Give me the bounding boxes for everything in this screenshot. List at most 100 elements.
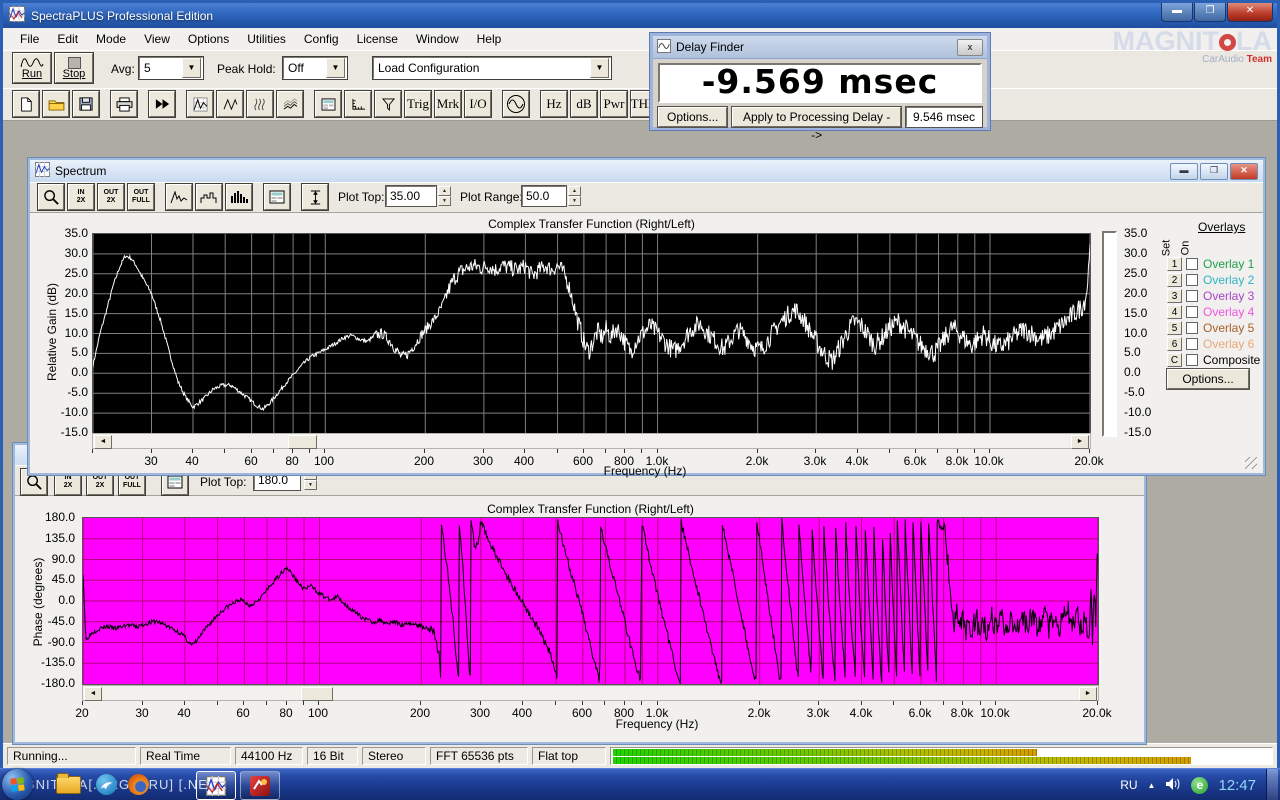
playback-speed-icon[interactable] [149, 91, 175, 117]
x-tick-mark [757, 449, 758, 453]
dropdown-arrow-icon[interactable]: ▼ [590, 58, 609, 78]
menu-edit[interactable]: Edit [48, 30, 87, 48]
pwr-button[interactable]: Pwr [601, 91, 627, 117]
media-app-taskbar-button[interactable] [240, 771, 280, 800]
phase-h-scrollbar[interactable]: ◄ ► [82, 685, 1099, 701]
spectraplus-taskbar-button[interactable] [196, 771, 236, 800]
menu-window[interactable]: Window [407, 30, 468, 48]
language-indicator[interactable]: RU [1120, 778, 1137, 792]
save-file-icon[interactable] [73, 91, 99, 117]
menu-utilities[interactable]: Utilities [238, 30, 295, 48]
overlay-set-button-6[interactable]: 6 [1167, 337, 1182, 351]
overlay-set-button-3[interactable]: 3 [1167, 289, 1182, 303]
step-plot-icon[interactable] [196, 184, 222, 210]
overlay-set-button-2[interactable]: 2 [1167, 273, 1182, 287]
overlay-set-button-4[interactable]: 4 [1167, 305, 1182, 319]
overlay-set-button-C[interactable]: C [1167, 353, 1182, 367]
plot-range-input[interactable] [522, 186, 566, 206]
main-titlebar[interactable]: SpectraPLUS Professional Edition ▬ ❐ ✕ [3, 3, 1277, 28]
spectrogram-display-icon[interactable] [247, 91, 273, 117]
open-file-icon[interactable] [43, 91, 69, 117]
io-button[interactable]: I/O [465, 91, 491, 117]
spectrum-display-icon[interactable] [187, 91, 213, 117]
trigger-button[interactable]: Trig [405, 91, 431, 117]
line-plot-icon[interactable] [166, 184, 192, 210]
print-icon[interactable] [111, 91, 137, 117]
overlay-on-checkbox-C[interactable] [1186, 354, 1198, 366]
bar-plot-icon[interactable] [226, 184, 252, 210]
zoom-out-2x-button[interactable]: OUT2X [98, 184, 124, 210]
overlay-on-checkbox-2[interactable] [1186, 274, 1198, 286]
menu-config[interactable]: Config [295, 30, 348, 48]
plot-top-spinner[interactable]: ▲▼ [438, 186, 451, 206]
minimize-button[interactable]: ▬ [1170, 163, 1198, 180]
explorer-icon[interactable] [56, 776, 81, 794]
display-settings-icon[interactable] [264, 184, 290, 210]
overlay-on-checkbox-4[interactable] [1186, 306, 1198, 318]
close-icon[interactable]: x [957, 39, 983, 56]
delay-finder-titlebar[interactable]: Delay Finder x [653, 36, 987, 59]
zoom-tool-icon[interactable] [38, 184, 64, 210]
scroll-right-icon[interactable]: ► [1079, 687, 1097, 701]
zoom-in-2x-button[interactable]: IN2X [68, 184, 94, 210]
overlay-set-button-5[interactable]: 5 [1167, 321, 1182, 335]
new-file-icon[interactable] [13, 91, 39, 117]
plot-range-spinner[interactable]: ▲▼ [568, 186, 581, 206]
maximize-button[interactable]: ❐ [1194, 3, 1226, 22]
zoom-out-full-button[interactable]: OUTFULL [128, 184, 154, 210]
menu-file[interactable]: File [11, 30, 48, 48]
overlays-options-button[interactable]: Options... [1167, 369, 1249, 389]
scroll-left-icon[interactable]: ◄ [84, 687, 102, 701]
tray-expand-icon[interactable]: ▲ [1148, 781, 1156, 790]
scroll-thumb[interactable] [301, 687, 333, 701]
marker-button[interactable]: Mrk [435, 91, 461, 117]
scaling-icon[interactable] [345, 91, 371, 117]
overlay-on-checkbox-1[interactable] [1186, 258, 1198, 270]
thunderbird-icon[interactable] [96, 774, 117, 795]
scroll-left-icon[interactable]: ◄ [94, 435, 112, 449]
maximize-button[interactable]: ❐ [1200, 163, 1228, 180]
menu-mode[interactable]: Mode [87, 30, 135, 48]
signal-generator-icon[interactable] [503, 91, 529, 117]
display-options-icon[interactable] [315, 91, 341, 117]
overlay-set-button-1[interactable]: 1 [1167, 257, 1182, 271]
menu-help[interactable]: Help [468, 30, 511, 48]
processing-delay-value[interactable]: 9.546 msec [906, 107, 982, 127]
hz-button[interactable]: Hz [541, 91, 567, 117]
overlay-on-checkbox-3[interactable] [1186, 290, 1198, 302]
calibration-icon[interactable] [375, 91, 401, 117]
menu-options[interactable]: Options [179, 30, 238, 48]
scroll-thumb[interactable] [288, 435, 317, 449]
vertical-range-icon[interactable] [302, 184, 328, 210]
plot-top-input[interactable] [386, 186, 436, 206]
dropdown-arrow-icon[interactable]: ▼ [326, 58, 345, 78]
scroll-right-icon[interactable]: ► [1071, 435, 1089, 449]
avg-dropdown[interactable]: 5 ▼ [139, 57, 203, 79]
volume-icon[interactable] [1165, 777, 1181, 794]
dropdown-arrow-icon[interactable]: ▼ [182, 58, 201, 78]
db-button[interactable]: dB [571, 91, 597, 117]
show-desktop-button[interactable] [1266, 769, 1278, 800]
taskbar-clock[interactable]: 12:47 [1218, 777, 1256, 794]
spectrum-titlebar[interactable]: Spectrum ▬ ❐ ✕ [30, 160, 1263, 183]
overlay-on-checkbox-5[interactable] [1186, 322, 1198, 334]
antivirus-tray-icon[interactable]: e [1191, 777, 1208, 794]
close-button[interactable]: ✕ [1230, 163, 1258, 180]
peak-hold-dropdown[interactable]: Off ▼ [283, 57, 347, 79]
firefox-icon[interactable] [128, 774, 149, 795]
minimize-button[interactable]: ▬ [1161, 3, 1193, 22]
overlay-on-checkbox-6[interactable] [1186, 338, 1198, 350]
start-button[interactable] [2, 769, 33, 800]
gain-h-scrollbar[interactable]: ◄ ► [92, 433, 1091, 449]
apply-delay-button[interactable]: Apply to Processing Delay --> [732, 107, 901, 127]
menu-view[interactable]: View [135, 30, 179, 48]
load-configuration-dropdown[interactable]: Load Configuration ▼ [373, 57, 611, 79]
stop-button[interactable]: Stop [55, 53, 93, 83]
delay-options-button[interactable]: Options... [658, 107, 727, 127]
surface-display-icon[interactable] [277, 91, 303, 117]
close-button[interactable]: ✕ [1227, 3, 1273, 22]
time-series-display-icon[interactable] [217, 91, 243, 117]
menu-license[interactable]: License [348, 30, 407, 48]
run-button[interactable]: Run [13, 53, 51, 83]
resize-grip[interactable] [1245, 457, 1257, 469]
